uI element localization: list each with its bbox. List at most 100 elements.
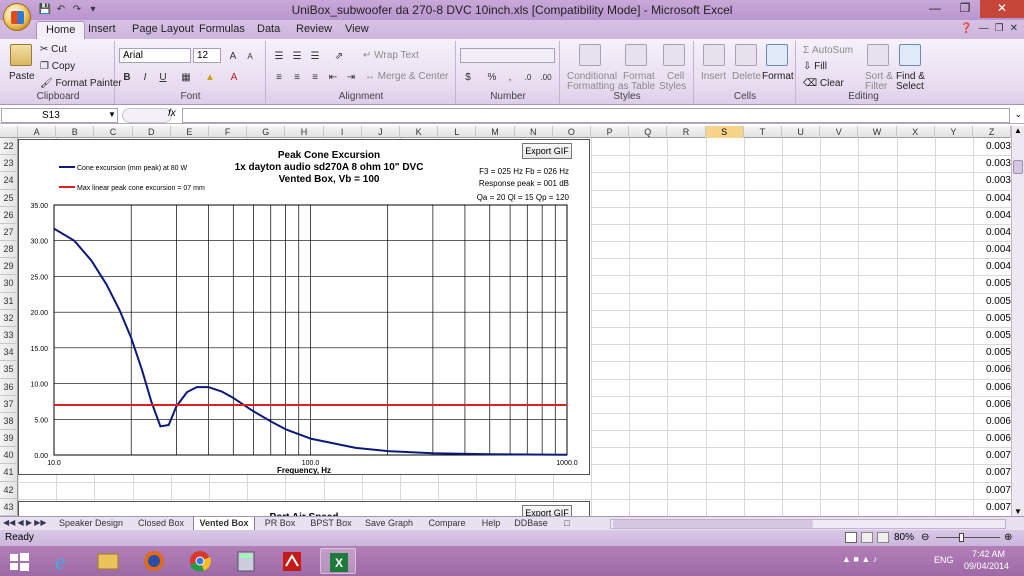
normal-view-icon[interactable]	[845, 532, 857, 543]
increase-decimal-icon[interactable]: .0	[520, 69, 536, 85]
orientation-icon[interactable]: ⇗	[331, 48, 347, 64]
column-header[interactable]: U	[782, 126, 821, 138]
cell-z-value[interactable]: 0.005	[967, 293, 1011, 310]
cell-z-value[interactable]: 0.006	[967, 379, 1011, 396]
tab-review[interactable]: Review	[296, 23, 332, 35]
delete-cells-button[interactable]: Delete	[732, 71, 761, 82]
tab-data[interactable]: Data	[257, 23, 280, 35]
column-header[interactable]: T	[744, 126, 782, 138]
pdf-app-icon[interactable]	[274, 548, 310, 574]
tab-formulas[interactable]: Formulas	[199, 23, 245, 35]
excursion-chart[interactable]: Export GIF Cone excursion (mm peak) at 8…	[18, 139, 590, 475]
name-box-dropdown-icon[interactable]: ▼	[108, 110, 116, 119]
bold-button[interactable]: B	[119, 69, 135, 85]
format-painter-button[interactable]: 🖌 Format Painter	[40, 78, 122, 89]
italic-button[interactable]: I	[137, 69, 153, 85]
cut-button[interactable]: ✂ Cut	[40, 44, 67, 55]
align-center-icon[interactable]: ≡	[289, 69, 305, 85]
insert-cells-button[interactable]: Insert	[701, 71, 726, 82]
number-format-select[interactable]	[460, 48, 555, 63]
sheet-tab[interactable]: Closed Box	[132, 517, 190, 531]
cell-z-value[interactable]: 0.003	[967, 172, 1011, 189]
zoom-out-icon[interactable]: ⊖	[921, 530, 929, 545]
sheet-nav-icons[interactable]: ◀◀ ◀ ▶ ▶▶	[3, 518, 47, 527]
column-header[interactable]: P	[591, 126, 630, 138]
scroll-up-icon[interactable]: ▲	[1014, 126, 1022, 135]
column-header[interactable]: E	[171, 126, 209, 138]
cell-z-value[interactable]: 0.005	[967, 344, 1011, 361]
tray-icons[interactable]: ▲ ■ ▲ ♪	[842, 554, 877, 564]
customize-qat-icon[interactable]: ▾	[86, 3, 100, 17]
cell-z-value[interactable]: 0.007	[967, 464, 1011, 481]
row-header[interactable]: 33	[0, 326, 18, 345]
percent-button[interactable]: %	[484, 69, 500, 85]
column-header[interactable]: Q	[629, 126, 668, 138]
horizontal-scrollbar[interactable]	[610, 519, 1006, 529]
cell-z-value[interactable]: 0.006	[967, 396, 1011, 413]
shrink-font-button[interactable]: A	[242, 48, 258, 64]
font-size-select[interactable]: 12	[193, 48, 221, 63]
cell-z-value[interactable]: 0.006	[967, 361, 1011, 378]
cell-z-value[interactable]: 0.006	[967, 413, 1011, 430]
minimize-button[interactable]: —	[920, 0, 950, 18]
column-header[interactable]: Z	[973, 126, 1012, 138]
comma-button[interactable]: ,	[502, 69, 518, 85]
underline-button[interactable]: U	[155, 69, 171, 85]
page-break-view-icon[interactable]	[877, 532, 889, 543]
zoom-level[interactable]: 80%	[894, 530, 914, 545]
sheet-tab[interactable]: Help	[476, 517, 506, 531]
column-header[interactable]: Y	[935, 126, 973, 138]
ribbon-minimize-icon[interactable]: —	[979, 23, 989, 34]
tab-home[interactable]: Home	[36, 21, 86, 39]
column-header[interactable]: I	[324, 126, 362, 138]
column-header[interactable]: R	[667, 126, 706, 138]
column-header[interactable]: H	[285, 126, 324, 138]
ribbon-restore-icon[interactable]: ❐	[995, 23, 1004, 34]
vertical-scrollbar[interactable]: ▲ ▼	[1011, 126, 1024, 516]
zoom-slider-thumb[interactable]	[959, 533, 964, 542]
row-header[interactable]: 26	[0, 206, 18, 224]
row-header[interactable]: 39	[0, 430, 18, 448]
row-header[interactable]: 37	[0, 395, 18, 413]
column-header[interactable]: X	[897, 126, 935, 138]
column-header[interactable]: K	[400, 126, 439, 138]
align-left-icon[interactable]: ≡	[271, 69, 287, 85]
borders-icon[interactable]: ▦	[178, 69, 194, 85]
tab-insert[interactable]: Insert	[88, 23, 116, 35]
sheet-tab[interactable]: Save Graph	[360, 517, 418, 531]
sheet-tab[interactable]: PR Box	[259, 517, 301, 531]
firefox-icon[interactable]	[136, 548, 172, 574]
ribbon-close-icon[interactable]: ✕	[1010, 23, 1018, 34]
sheet-tab[interactable]: DDBase	[510, 517, 552, 531]
column-header[interactable]: D	[133, 126, 171, 138]
row-header[interactable]: 31	[0, 292, 18, 310]
row-header[interactable]: 27	[0, 223, 18, 242]
row-header[interactable]: 28	[0, 241, 18, 259]
cell-z-value[interactable]: 0.007	[967, 499, 1011, 516]
copy-button[interactable]: ❐ Copy	[40, 61, 75, 72]
sheet-tab[interactable]: Compare	[421, 517, 473, 531]
cell-z-value[interactable]: 0.005	[967, 327, 1011, 344]
clock-date[interactable]: 09/04/2014	[964, 561, 1009, 571]
cell-z-value[interactable]: 0.004	[967, 207, 1011, 224]
row-header[interactable]: 34	[0, 344, 18, 362]
save-icon[interactable]: 💾	[38, 3, 52, 17]
calculator-icon[interactable]	[228, 548, 264, 574]
name-box[interactable]: S13	[1, 108, 118, 123]
cell-z-value[interactable]: 0.006	[967, 430, 1011, 447]
excel-taskbar-icon[interactable]: X	[320, 548, 356, 574]
column-header[interactable]: W	[858, 126, 897, 138]
cell-z-value[interactable]: 0.007	[967, 482, 1011, 499]
sheet-tab[interactable]: Vented Box	[193, 517, 255, 531]
grow-font-button[interactable]: A	[225, 48, 241, 64]
cell-z-value[interactable]: 0.004	[967, 190, 1011, 207]
column-header[interactable]: M	[476, 126, 515, 138]
horizontal-scroll-thumb[interactable]	[613, 520, 813, 528]
align-bottom-icon[interactable]: ☰	[307, 48, 323, 64]
sheet-tab[interactable]: Speaker Design	[52, 517, 130, 531]
cell-z-value[interactable]: 0.004	[967, 241, 1011, 258]
zoom-in-icon[interactable]: ⊕	[1004, 530, 1012, 545]
close-button[interactable]: ✕	[980, 0, 1024, 18]
column-header[interactable]: F	[209, 126, 248, 138]
wrap-text-button[interactable]: ↵ Wrap Text	[363, 50, 419, 61]
